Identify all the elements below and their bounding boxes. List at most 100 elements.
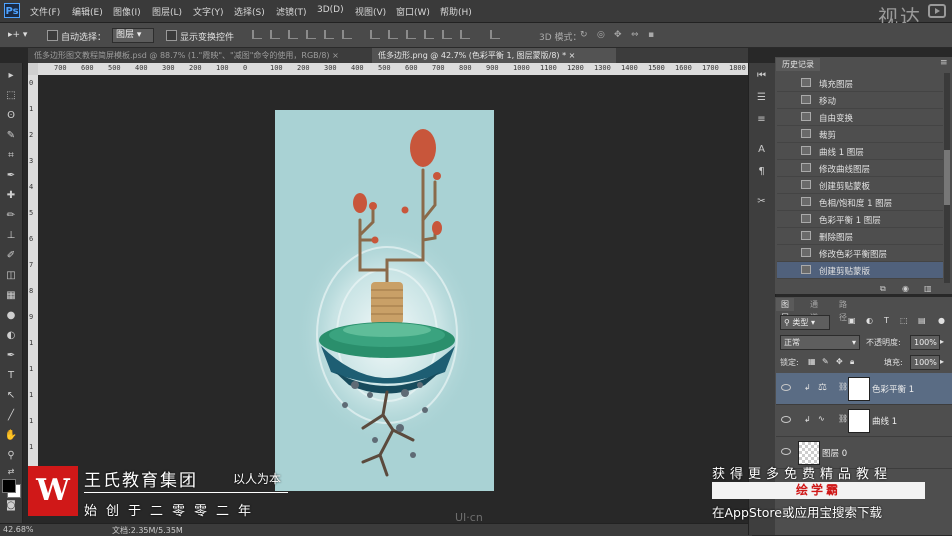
history-panel-icon[interactable]: ⏮ <box>754 69 769 83</box>
distribute-hcenter-icon[interactable] <box>442 30 452 39</box>
move-tool-icon[interactable]: ▸ <box>3 69 19 83</box>
close-icon[interactable]: × <box>569 51 576 60</box>
close-icon[interactable]: × <box>332 51 339 60</box>
new-document-from-state-icon[interactable]: ⧉ <box>880 284 890 293</box>
menu-3d[interactable]: 3D(D) <box>317 5 344 15</box>
3d-pan-icon[interactable]: ✥ <box>614 30 622 40</box>
menu-select[interactable]: 选择(S) <box>234 5 265 18</box>
fill-input[interactable]: 100% <box>910 355 940 370</box>
menu-layer[interactable]: 图层(L) <box>152 5 182 18</box>
tool-presets-icon[interactable]: ✂ <box>754 195 769 209</box>
fill-dropdown-icon[interactable]: ▸ <box>940 357 944 366</box>
ruler-origin[interactable] <box>28 63 38 75</box>
line-tool-icon[interactable]: ╱ <box>3 409 19 423</box>
healing-brush-icon[interactable]: ✚ <box>3 189 19 203</box>
foreground-color-swatch[interactable] <box>2 479 16 493</box>
history-item-selected[interactable]: 创建剪贴蒙版 <box>777 262 943 279</box>
trash-icon[interactable]: ▥ <box>924 284 934 293</box>
visibility-eye-icon[interactable] <box>781 416 791 423</box>
filter-type-icon[interactable]: T <box>884 316 889 325</box>
history-item[interactable]: 删除图层 <box>777 228 943 245</box>
3d-scale-icon[interactable]: ▪ <box>648 30 654 40</box>
menu-view[interactable]: 视图(V) <box>355 5 386 18</box>
marquee-tool-icon[interactable]: ⬚ <box>3 89 19 103</box>
visibility-eye-icon[interactable] <box>781 384 791 391</box>
menu-file[interactable]: 文件(F) <box>30 5 60 18</box>
filter-shape-icon[interactable]: ⬚ <box>900 316 908 325</box>
layer-mask-thumbnail[interactable] <box>848 409 870 433</box>
auto-align-icon[interactable] <box>490 30 500 39</box>
history-scroll-thumb[interactable] <box>944 150 950 205</box>
distribute-bottom-icon[interactable] <box>406 30 416 39</box>
history-item[interactable]: 色相/饱和度 1 图层 <box>777 194 943 211</box>
distribute-vcenter-icon[interactable] <box>388 30 398 39</box>
paragraph-panel-icon[interactable]: ¶ <box>754 165 769 179</box>
doc-tab-active[interactable]: 低多边形.png @ 42.7% (色彩平衡 1, 图层蒙版/8) * × <box>372 48 616 63</box>
tab-channels[interactable]: 通道 <box>805 298 823 322</box>
menu-type[interactable]: 文字(Y) <box>193 5 224 18</box>
history-item[interactable]: 修改色彩平衡图层 <box>777 245 943 262</box>
history-item[interactable]: 自由变换 <box>777 109 943 126</box>
align-vcenter-icon[interactable] <box>270 30 280 39</box>
eyedropper-tool-icon[interactable]: ✒ <box>3 169 19 183</box>
brush-tool-icon[interactable]: ✏ <box>3 209 19 223</box>
3d-slide-icon[interactable]: ⇔ <box>631 30 639 40</box>
photoshop-logo-icon[interactable]: Ps <box>4 3 20 18</box>
layer-filter-dropdown[interactable]: ⚲ 类型 ▾ <box>780 315 830 330</box>
layer-name[interactable]: 曲线 1 <box>872 415 897 427</box>
blend-mode-dropdown[interactable]: 正常 ▾ <box>780 335 860 350</box>
horizontal-ruler[interactable]: 700 600 500 400 300 200 100 0 100 200 300 400 500 600… <box>38 63 748 75</box>
layer-row-color-balance[interactable]: ↲ ⚖ ⛓ 色彩平衡 1 <box>776 373 952 405</box>
zoom-tool-icon[interactable]: ⚲ <box>3 449 19 463</box>
history-item[interactable]: 色彩平衡 1 图层 <box>777 211 943 228</box>
doc-tab-template[interactable]: 低多边形图文教程简屏模板.psd @ 88.7% (1."霞映"、"减图"命令的… <box>28 48 375 63</box>
lock-all-icon[interactable]: 🔒︎ <box>850 357 854 367</box>
align-top-icon[interactable] <box>252 30 262 39</box>
layer-name[interactable]: 图层 0 <box>822 447 847 459</box>
align-bottom-icon[interactable] <box>288 30 298 39</box>
history-brush-icon[interactable]: ✐ <box>3 249 19 263</box>
history-tab[interactable]: 历史记录 <box>776 58 820 71</box>
lasso-tool-icon[interactable]: ʘ <box>3 109 19 123</box>
clone-stamp-icon[interactable]: ⊥ <box>3 229 19 243</box>
opacity-dropdown-icon[interactable]: ▸ <box>940 337 944 346</box>
eraser-tool-icon[interactable]: ◫ <box>3 269 19 283</box>
menu-filter[interactable]: 滤镜(T) <box>276 5 307 18</box>
history-item[interactable]: 裁剪 <box>777 126 943 143</box>
auto-select-checkbox[interactable] <box>47 30 58 41</box>
hand-tool-icon[interactable]: ✋ <box>3 429 19 443</box>
lock-image-icon[interactable]: ✎ <box>822 357 829 366</box>
layer-thumbnail[interactable] <box>798 441 820 465</box>
filter-smart-icon[interactable]: ▤ <box>918 316 926 325</box>
lock-position-icon[interactable]: ✥ <box>836 357 843 366</box>
history-item[interactable]: 创建剪贴蒙板 <box>777 177 943 194</box>
pen-tool-icon[interactable]: ✒ <box>3 349 19 363</box>
quick-select-tool-icon[interactable]: ✎ <box>3 129 19 143</box>
layer-row-curves[interactable]: ↲ ∿ ⛓ 曲线 1 <box>776 405 952 437</box>
tab-layers[interactable]: 图层 <box>776 298 794 322</box>
filter-pixel-icon[interactable]: ▣ <box>848 316 856 325</box>
gradient-tool-icon[interactable]: ▦ <box>3 289 19 303</box>
swap-colors-icon[interactable]: ⇄ <box>3 465 19 479</box>
history-item[interactable]: 修改曲线图层 <box>777 160 943 177</box>
path-select-tool-icon[interactable]: ↖ <box>3 389 19 403</box>
layer-name[interactable]: 色彩平衡 1 <box>872 383 914 395</box>
menu-window[interactable]: 窗口(W) <box>396 5 430 18</box>
vertical-ruler[interactable]: 0123456789111111 <box>28 75 38 495</box>
distribute-right-icon[interactable] <box>460 30 470 39</box>
adjustments-icon[interactable]: ☰ <box>754 91 769 105</box>
blur-tool-icon[interactable]: ● <box>3 309 19 323</box>
auto-select-dropdown[interactable]: 图层 ▾ <box>112 28 154 43</box>
align-hcenter-icon[interactable] <box>324 30 334 39</box>
3d-roll-icon[interactable]: ◎ <box>597 30 605 40</box>
history-item[interactable]: 填充图层 <box>777 75 943 92</box>
filter-toggle-icon[interactable]: ● <box>938 316 945 325</box>
panel-menu-icon[interactable]: ≡ <box>940 58 948 68</box>
align-left-icon[interactable] <box>306 30 316 39</box>
show-transform-checkbox[interactable] <box>166 30 177 41</box>
distribute-top-icon[interactable] <box>370 30 380 39</box>
distribute-left-icon[interactable] <box>424 30 434 39</box>
tab-paths[interactable]: 路径 <box>834 298 852 322</box>
history-item[interactable]: 移动 <box>777 92 943 109</box>
zoom-level[interactable]: 42.68% <box>3 525 34 534</box>
